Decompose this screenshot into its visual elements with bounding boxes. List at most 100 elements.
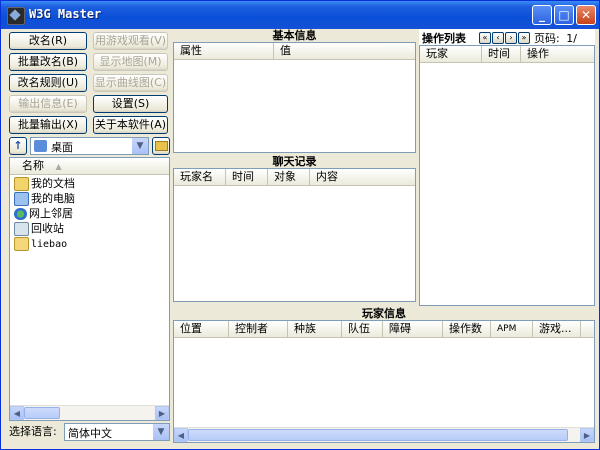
tree-item-liebao[interactable]: liebao — [14, 237, 67, 252]
action-list-title: 操作列表 — [422, 32, 466, 45]
player-info-header: 位置 控制者 种族 队伍 障碍 操作数 APM 游戏... — [174, 321, 594, 338]
close-icon: ✕ — [580, 8, 592, 22]
watch-game-button[interactable]: 用游戏观看(V) — [93, 32, 168, 50]
maximize-icon: □ — [558, 8, 570, 22]
column-header[interactable]: 位置 — [174, 321, 229, 337]
column-header[interactable]: APM — [491, 321, 533, 337]
scroll-right-icon[interactable]: ▶ — [580, 428, 594, 442]
language-label: 选择语言: — [9, 425, 57, 438]
column-header[interactable]: 对象 — [268, 169, 310, 185]
file-tree-panel: 名称 ▲ 我的文档 我的电脑 网上邻居 回收站 liebao ◀ ▶ — [9, 157, 170, 421]
player-info-hscrollbar[interactable]: ◀ ▶ — [174, 427, 594, 442]
action-list-panel: 操作列表 « ‹ › » 页码: 1/ 玩家 时间 操作 — [419, 29, 595, 306]
open-folder-button[interactable] — [152, 137, 170, 155]
next-page-icon: › — [509, 33, 513, 42]
prev-page-button[interactable]: ‹ — [492, 32, 504, 44]
page-label: 页码: — [534, 32, 560, 45]
player-info-title: 玩家信息 — [173, 307, 595, 320]
folder-icon — [14, 237, 29, 251]
language-select[interactable]: 简体中文 ▼ — [64, 423, 170, 441]
tree-item-my-computer[interactable]: 我的电脑 — [14, 191, 75, 206]
documents-folder-icon — [14, 177, 29, 191]
show-curve-button[interactable]: 显示曲线图(C) — [93, 74, 168, 92]
chat-title: 聊天记录 — [173, 155, 416, 168]
folder-select-value: 桌面 — [51, 141, 73, 154]
column-header[interactable]: 内容 — [310, 169, 415, 185]
rename-button[interactable]: 改名(R) — [9, 32, 87, 50]
tree-item-label: liebao — [31, 239, 68, 250]
column-header[interactable]: 队伍 — [342, 321, 383, 337]
desktop-icon — [34, 140, 47, 152]
client-area: 改名(R) 用游戏观看(V) 批量改名(B) 显示地图(M) 改名规则(U) 显… — [4, 29, 596, 445]
chat-header: 玩家名 时间 对象 内容 — [174, 169, 415, 186]
network-icon — [14, 208, 27, 220]
settings-button[interactable]: 设置(S) — [93, 95, 168, 113]
minimize-icon: _ — [539, 8, 545, 22]
tree-item-recycle-bin[interactable]: 回收站 — [14, 221, 64, 236]
next-page-button[interactable]: › — [505, 32, 517, 44]
column-header[interactable]: 游戏... — [533, 321, 581, 337]
action-list-header: 玩家 时间 操作 — [420, 46, 594, 63]
basic-info-title: 基本信息 — [173, 29, 416, 42]
export-info-button[interactable]: 输出信息(E) — [9, 95, 87, 113]
up-folder-button[interactable]: ↑ — [9, 137, 27, 155]
column-header[interactable]: 种族 — [288, 321, 342, 337]
basic-info-header: 属性 值 — [174, 43, 415, 60]
first-page-button[interactable]: « — [479, 32, 491, 44]
basic-info-panel: 基本信息 属性 值 — [173, 29, 416, 153]
player-info-panel: 玩家信息 位置 控制者 种族 队伍 障碍 操作数 APM 游戏... ◀ ▶ — [173, 307, 595, 443]
language-select-value: 简体中文 — [68, 427, 112, 440]
tree-item-label: 我的文档 — [31, 177, 75, 190]
column-header[interactable]: 值 — [274, 43, 415, 59]
column-header[interactable]: 属性 — [174, 43, 274, 59]
chevron-down-icon: ▼ — [153, 424, 169, 440]
file-tree-header-label: 名称 — [22, 159, 44, 172]
batch-rename-button[interactable]: 批量改名(B) — [9, 53, 87, 71]
tree-item-label: 网上邻居 — [29, 207, 73, 220]
file-tree-header[interactable]: 名称 ▲ — [10, 158, 169, 175]
batch-export-button[interactable]: 批量输出(X) — [9, 116, 87, 134]
computer-icon — [14, 192, 29, 206]
column-header[interactable]: 时间 — [226, 169, 268, 185]
column-header[interactable]: 控制者 — [229, 321, 288, 337]
title-bar[interactable]: W3G Master _ □ ✕ — [1, 1, 599, 29]
page-indicator: 页码: 1/ — [534, 30, 577, 46]
sort-up-icon: ▲ — [55, 162, 62, 171]
close-button[interactable]: ✕ — [576, 5, 596, 25]
column-header[interactable]: 障碍 — [383, 321, 443, 337]
last-page-button[interactable]: » — [518, 32, 530, 44]
page-value: 1/ — [566, 32, 577, 45]
tree-item-label: 回收站 — [31, 222, 64, 235]
up-arrow-icon: ↑ — [13, 139, 23, 152]
column-header[interactable]: 玩家 — [420, 46, 482, 62]
column-header[interactable]: 操作 — [521, 46, 594, 62]
scrollbar-thumb[interactable] — [188, 429, 568, 441]
maximize-button[interactable]: □ — [554, 5, 574, 25]
last-page-icon: » — [521, 33, 527, 42]
rename-rules-button[interactable]: 改名规则(U) — [9, 74, 87, 92]
window-title: W3G Master — [29, 7, 102, 21]
minimize-button[interactable]: _ — [532, 5, 552, 25]
first-page-icon: « — [482, 33, 488, 42]
scroll-left-icon[interactable]: ◀ — [10, 406, 24, 420]
column-header[interactable]: 时间 — [482, 46, 521, 62]
show-map-button[interactable]: 显示地图(M) — [93, 53, 168, 71]
tree-item-my-documents[interactable]: 我的文档 — [14, 176, 75, 191]
tree-item-label: 我的电脑 — [31, 192, 75, 205]
open-folder-icon — [154, 141, 168, 151]
about-button[interactable]: 关于本软件(A) — [93, 116, 168, 134]
scrollbar-thumb[interactable] — [24, 407, 60, 419]
file-tree-hscrollbar[interactable]: ◀ ▶ — [10, 405, 169, 420]
column-header[interactable]: 操作数 — [443, 321, 491, 337]
folder-select[interactable]: 桌面 ▼ — [30, 137, 149, 155]
scroll-right-icon[interactable]: ▶ — [155, 406, 169, 420]
app-icon — [7, 7, 25, 25]
chevron-down-icon: ▼ — [132, 138, 148, 154]
column-header-extra[interactable] — [581, 321, 594, 337]
chat-panel: 聊天记录 玩家名 时间 对象 内容 — [173, 155, 416, 302]
column-header[interactable]: 玩家名 — [174, 169, 226, 185]
prev-page-icon: ‹ — [496, 33, 500, 42]
tree-item-network[interactable]: 网上邻居 — [14, 206, 73, 221]
scroll-left-icon[interactable]: ◀ — [174, 428, 188, 442]
main-window: W3G Master _ □ ✕ 改名(R) 用游戏观看(V) 批量改名(B) … — [0, 0, 600, 450]
